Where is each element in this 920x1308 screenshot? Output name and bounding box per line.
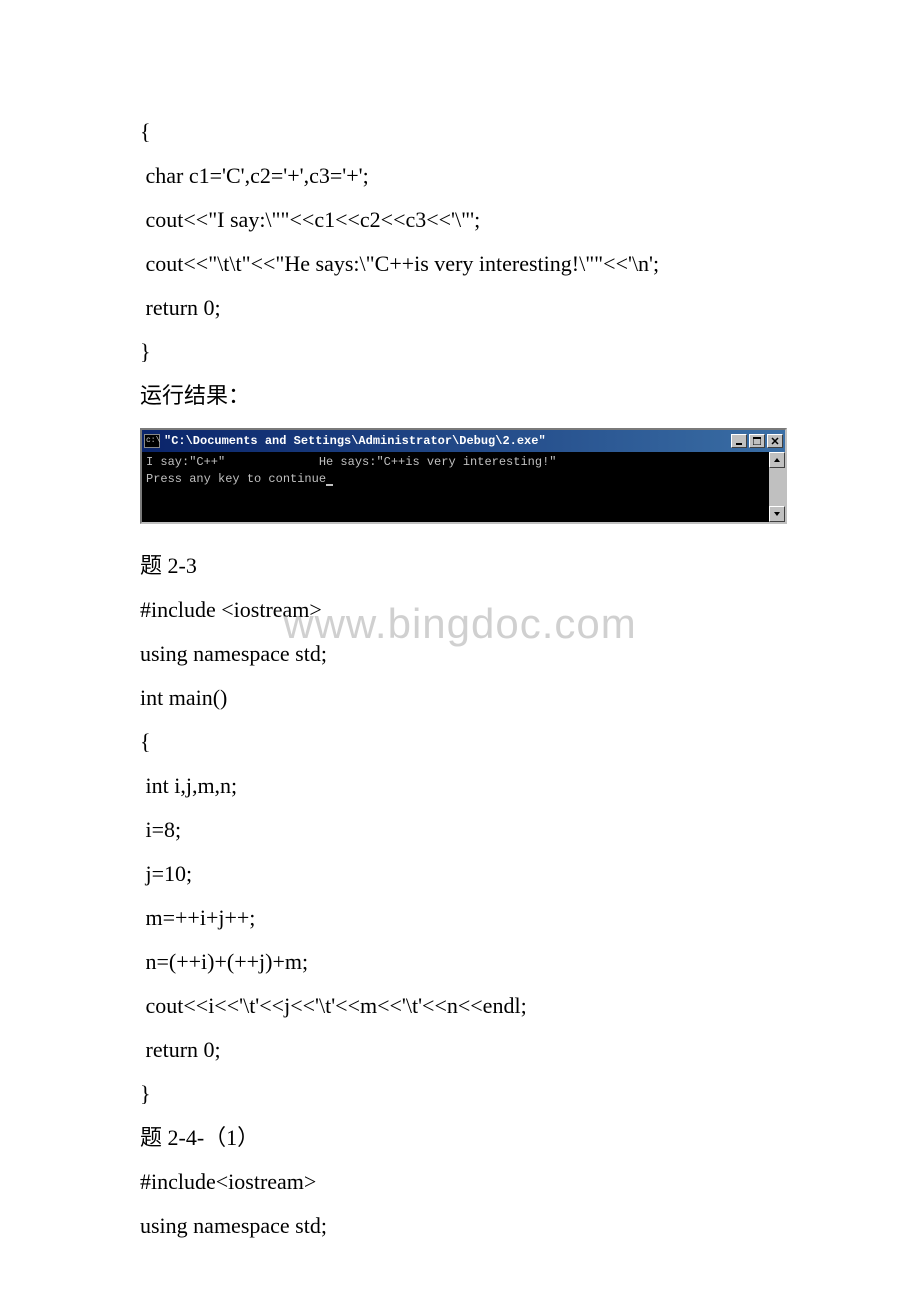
code-line: int main() [140, 676, 780, 720]
result-label: 运行结果： [140, 374, 780, 418]
scrollbar[interactable] [769, 452, 785, 522]
code-line: #include <iostream> [140, 588, 780, 632]
console-output: I say:"C++" He says:"C++is very interest… [142, 452, 769, 522]
code-line: j=10; [140, 852, 780, 896]
code-line: cout<<"I say:\""<<c1<<c2<<c3<<'\"'; [140, 198, 780, 242]
cmd-icon [144, 434, 160, 448]
code-line: } [140, 330, 780, 374]
console-line: I say:"C++" He says:"C++is very interest… [146, 455, 556, 469]
code-line: return 0; [140, 1028, 780, 1072]
code-line: { [140, 720, 780, 764]
code-line: m=++i+j++; [140, 896, 780, 940]
close-button[interactable] [767, 434, 783, 448]
document-page: { char c1='C',c2='+',c3='+'; cout<<"I sa… [0, 0, 920, 1308]
code-line: using namespace std; [140, 1204, 780, 1248]
code-line: cout<<"\t\t"<<"He says:\"C++is very inte… [140, 242, 780, 286]
code-line: return 0; [140, 286, 780, 330]
scroll-down-button[interactable] [769, 506, 785, 522]
console-window: "C:\Documents and Settings\Administrator… [140, 428, 787, 524]
minimize-button[interactable] [731, 434, 747, 448]
code-line: } [140, 1072, 780, 1116]
code-line: #include<iostream> [140, 1160, 780, 1204]
code-line: { [140, 110, 780, 154]
scroll-up-button[interactable] [769, 452, 785, 468]
cursor-icon [326, 484, 333, 486]
code-line: using namespace std; [140, 632, 780, 676]
console-line: Press any key to continue [146, 472, 326, 486]
console-body: I say:"C++" He says:"C++is very interest… [142, 452, 785, 522]
maximize-button[interactable] [749, 434, 765, 448]
window-title: "C:\Documents and Settings\Administrator… [164, 434, 546, 448]
window-controls [729, 434, 783, 448]
code-line: cout<<i<<'\t'<<j<<'\t'<<m<<'\t'<<n<<endl… [140, 984, 780, 1028]
code-line: char c1='C',c2='+',c3='+'; [140, 154, 780, 198]
title-bar: "C:\Documents and Settings\Administrator… [142, 430, 785, 452]
section-heading: 题 2-4-（1） [140, 1116, 780, 1160]
code-line: int i,j,m,n; [140, 764, 780, 808]
code-line: n=(++i)+(++j)+m; [140, 940, 780, 984]
code-line: i=8; [140, 808, 780, 852]
section-heading: 题 2-3 [140, 544, 780, 588]
